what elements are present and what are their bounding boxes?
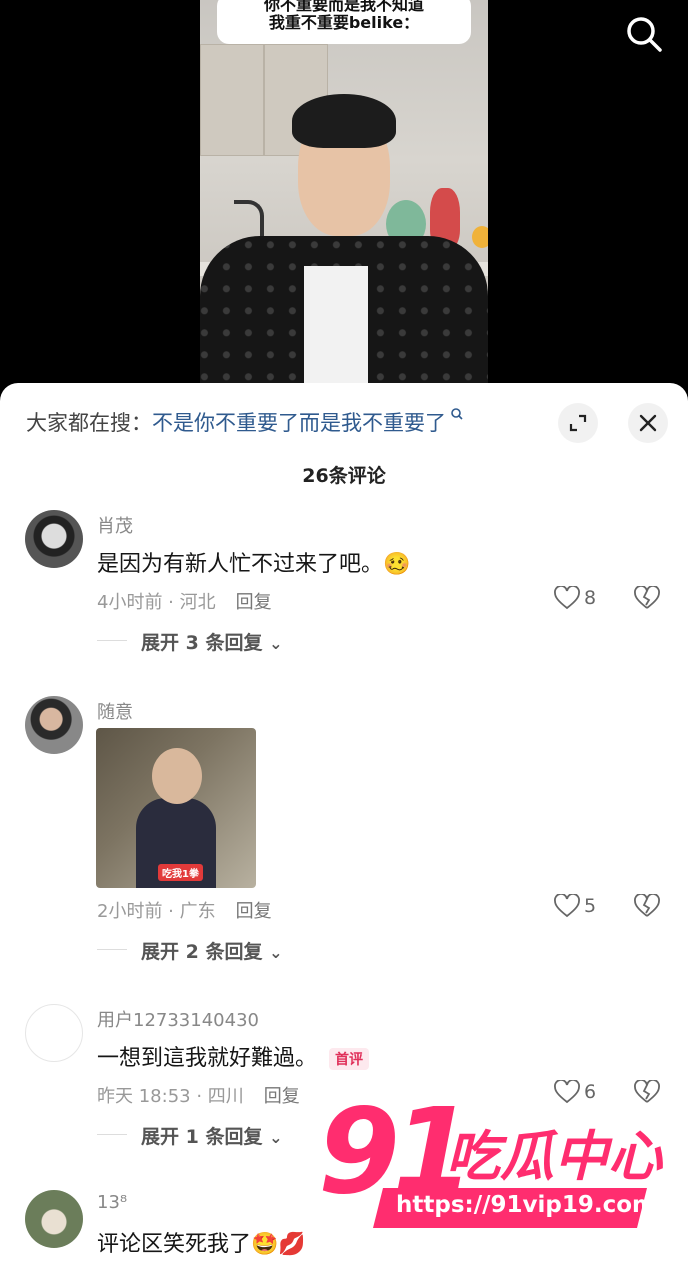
comment-meta: 昨天 18:53 · 四川 回复 [97, 1082, 300, 1108]
broken-heart-icon [634, 893, 660, 917]
caption-line-2: 我重不重要belike： [268, 13, 420, 32]
avatar[interactable] [25, 696, 83, 754]
comment-meta: 4小时前 · 河北 回复 [97, 588, 272, 614]
heart-icon [554, 586, 580, 610]
divider-line [97, 1134, 127, 1135]
yellow-toy [472, 226, 488, 248]
expand-replies-label: 展开 3 条回复 [141, 632, 263, 654]
comment-text: 是因为有新人忙不过来了吧。🥴 [97, 546, 410, 578]
caption-line-1: 你不重要而是我不知道 [263, 0, 424, 14]
emoji: 🤩💋 [251, 1232, 306, 1257]
search-button[interactable] [624, 14, 664, 54]
divider-line [97, 949, 127, 950]
comment-text-body: 是因为有新人忙不过来了吧。 [97, 552, 384, 577]
expand-replies-button[interactable]: 展开 2 条回复 ⌄ [97, 937, 282, 964]
hot-search-row[interactable]: 大家都在搜：不是你不重要了而是我不重要了 [26, 407, 464, 437]
comment-text: 评论区笑死我了🤩💋 [97, 1226, 306, 1258]
avatar[interactable] [25, 1190, 83, 1248]
expand-replies-label: 展开 2 条回复 [141, 941, 263, 963]
close-button[interactable] [628, 403, 668, 443]
avatar[interactable] [25, 510, 83, 568]
comment-image[interactable]: 吃我1拳 [96, 728, 256, 888]
chevron-down-icon: ⌄ [269, 1128, 283, 1147]
expand-replies-label: 展开 1 条回复 [141, 1126, 263, 1148]
comment-text: 一想到這我就好難過。 首评 [97, 1040, 370, 1072]
dislike-button[interactable] [634, 893, 660, 922]
video-frame: 你不重要而是我不知道 我重不重要belike： [200, 0, 488, 400]
person-shirt [304, 266, 368, 400]
comment-text-body: 评论区笑死我了 [97, 1232, 252, 1257]
expand-replies-button[interactable]: 展开 1 条回复 ⌄ [97, 1122, 282, 1149]
comment-text-body: 一想到這我就好難過。 [97, 1046, 318, 1071]
search-icon [627, 17, 662, 52]
small-search-icon [446, 408, 464, 425]
comment-count: 26条评论 [302, 465, 386, 487]
divider-line [97, 640, 127, 641]
chevron-down-icon: ⌄ [269, 634, 283, 653]
watermark-url: https://91vip19.com [396, 1192, 657, 1218]
comment-username[interactable]: 肖茂 [97, 512, 133, 538]
hot-search-link[interactable]: 不是你不重要了而是我不重要了 [152, 411, 446, 435]
avatar[interactable] [25, 1004, 83, 1062]
emoji: 🥴 [383, 552, 411, 577]
close-icon [639, 414, 657, 432]
fullscreen-button[interactable] [558, 403, 598, 443]
first-comment-badge: 首评 [329, 1048, 370, 1070]
image-sticker-label: 吃我1拳 [158, 864, 203, 881]
comment-time-location: 昨天 18:53 · 四川 [97, 1086, 244, 1107]
like-button[interactable]: 5 [554, 894, 596, 918]
reply-button[interactable]: 回复 [236, 592, 272, 613]
person-hair [292, 94, 396, 148]
video-caption: 你不重要而是我不知道 我重不重要belike： [217, 0, 471, 44]
heart-icon [554, 894, 580, 918]
image-person-face [152, 748, 202, 804]
hot-search-prefix: 大家都在搜： [26, 411, 152, 435]
like-count: 5 [584, 895, 597, 917]
watermark-logo: 91 吃瓜中心 https://91vip19.com [318, 1082, 662, 1238]
comment-username[interactable]: 13⁸ [97, 1192, 127, 1213]
reply-button[interactable]: 回复 [264, 1086, 300, 1107]
like-button[interactable]: 8 [554, 586, 596, 610]
comment-time-location: 2小时前 · 广东 [97, 901, 216, 922]
video-player[interactable]: 你不重要而是我不知道 我重不重要belike： [0, 0, 688, 400]
kitchen-cabinet [200, 44, 264, 156]
watermark-name: 吃瓜中心 [446, 1125, 662, 1188]
comment-time-location: 4小时前 · 河北 [97, 592, 216, 613]
comment-username[interactable]: 用户12733140430 [97, 1006, 259, 1032]
reply-button[interactable]: 回复 [236, 901, 272, 922]
dislike-button[interactable] [634, 585, 660, 614]
comment-meta: 2小时前 · 广东 回复 [97, 897, 272, 923]
chevron-down-icon: ⌄ [269, 943, 283, 962]
expand-replies-button[interactable]: 展开 3 条回复 ⌄ [97, 628, 282, 655]
like-count: 8 [584, 587, 597, 609]
broken-heart-icon [634, 585, 660, 609]
expand-icon [569, 414, 587, 432]
comment-username[interactable]: 随意 [97, 698, 133, 724]
